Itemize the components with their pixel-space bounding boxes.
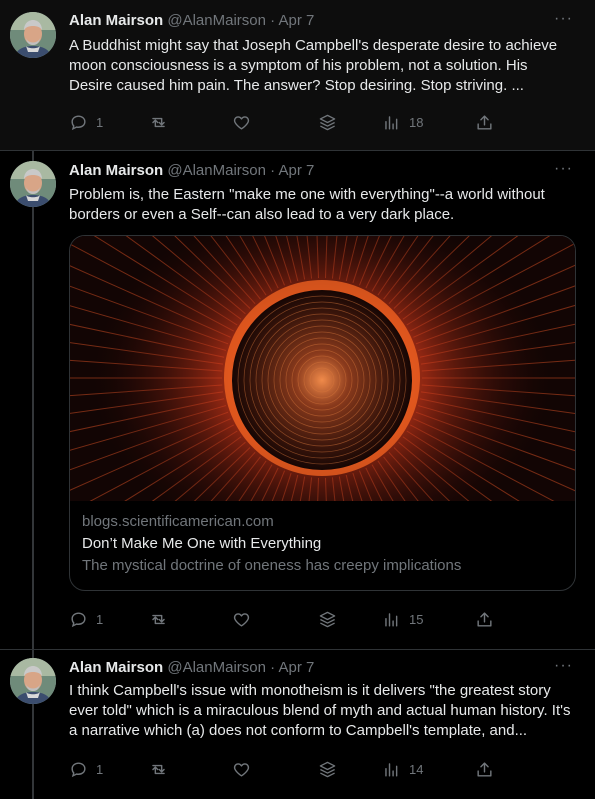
action-bar: 1 14 <box>69 760 499 780</box>
views-count: 15 <box>409 612 424 627</box>
separator: · <box>270 659 276 676</box>
card-image <box>70 236 575 590</box>
author-handle[interactable]: @AlanMairson <box>167 659 266 676</box>
avatar[interactable] <box>10 658 56 704</box>
more-icon[interactable]: ··· <box>554 657 573 675</box>
separator: · <box>270 162 276 179</box>
separator: · <box>270 12 276 29</box>
like-button[interactable] <box>232 760 251 779</box>
tweet-text: Problem is, the Eastern "make me one wit… <box>69 186 545 223</box>
share-icon <box>475 610 494 629</box>
retweet-icon <box>149 610 168 629</box>
action-bar: 1 18 <box>69 113 499 133</box>
bookmark-button[interactable] <box>318 760 337 779</box>
tweet-header: Alan Mairson @AlanMairson · Apr 7 <box>69 162 314 179</box>
tweet-header: Alan Mairson @AlanMairson · Apr 7 <box>69 12 314 29</box>
timestamp[interactable]: Apr 7 <box>278 162 314 179</box>
tweet[interactable]: Alan Mairson @AlanMairson · Apr 7 ··· I … <box>0 650 595 799</box>
reply-icon <box>69 610 88 629</box>
reply-icon <box>69 113 88 132</box>
tweet[interactable]: Alan Mairson @AlanMairson · Apr 7 ··· Pr… <box>0 151 595 650</box>
author-handle[interactable]: @AlanMairson <box>167 162 266 179</box>
retweet-icon <box>149 113 168 132</box>
views-count: 14 <box>409 762 424 777</box>
card-domain: blogs.scientificamerican.com <box>82 513 274 530</box>
link-card[interactable]: blogs.scientificamerican.com Don’t Make … <box>69 235 576 591</box>
avatar[interactable] <box>10 161 56 207</box>
like-button[interactable] <box>232 610 251 629</box>
views-icon <box>382 113 401 132</box>
retweet-icon <box>149 760 168 779</box>
bookmark-button[interactable] <box>318 113 337 132</box>
avatar[interactable] <box>10 12 56 58</box>
share-button[interactable] <box>475 760 494 779</box>
like-icon <box>232 760 251 779</box>
share-icon <box>475 113 494 132</box>
author-name[interactable]: Alan Mairson <box>69 659 163 676</box>
views-button[interactable]: 14 <box>382 760 423 779</box>
retweet-button[interactable] <box>149 760 168 779</box>
tweet-text: A Buddhist might say that Joseph Campbel… <box>69 37 558 94</box>
reply-count: 1 <box>96 762 104 777</box>
author-handle[interactable]: @AlanMairson <box>167 12 266 29</box>
share-button[interactable] <box>475 610 494 629</box>
more-icon[interactable]: ··· <box>554 10 573 28</box>
tweet[interactable]: Alan Mairson @AlanMairson · Apr 7 ··· A … <box>0 0 595 151</box>
reply-icon <box>69 760 88 779</box>
tweet-header: Alan Mairson @AlanMairson · Apr 7 <box>69 659 314 676</box>
views-icon <box>382 760 401 779</box>
bookmark-stack-icon <box>318 610 337 629</box>
more-icon[interactable]: ··· <box>554 160 573 178</box>
action-bar: 1 15 <box>69 610 499 630</box>
share-icon <box>475 760 494 779</box>
retweet-button[interactable] <box>149 610 168 629</box>
like-icon <box>232 113 251 132</box>
reply-count: 1 <box>96 115 104 130</box>
views-count: 18 <box>409 115 424 130</box>
views-button[interactable]: 18 <box>382 113 423 132</box>
bookmark-button[interactable] <box>318 610 337 629</box>
author-name[interactable]: Alan Mairson <box>69 162 163 179</box>
reply-button[interactable]: 1 <box>69 113 103 132</box>
author-name[interactable]: Alan Mairson <box>69 12 163 29</box>
like-button[interactable] <box>232 113 251 132</box>
like-icon <box>232 610 251 629</box>
card-title[interactable]: Don’t Make Me One with Everything <box>82 534 321 554</box>
eclipse-image <box>70 236 575 590</box>
card-description: The mystical doctrine of oneness has cre… <box>82 557 462 574</box>
bookmark-stack-icon <box>318 760 337 779</box>
timestamp[interactable]: Apr 7 <box>278 659 314 676</box>
reply-count: 1 <box>96 612 104 627</box>
tweet-text: I think Campbell's issue with monotheism… <box>69 682 571 739</box>
views-icon <box>382 610 401 629</box>
reply-button[interactable]: 1 <box>69 760 103 779</box>
retweet-button[interactable] <box>149 113 168 132</box>
bookmark-stack-icon <box>318 113 337 132</box>
views-button[interactable]: 15 <box>382 610 423 629</box>
share-button[interactable] <box>475 113 494 132</box>
timestamp[interactable]: Apr 7 <box>278 12 314 29</box>
reply-button[interactable]: 1 <box>69 610 103 629</box>
